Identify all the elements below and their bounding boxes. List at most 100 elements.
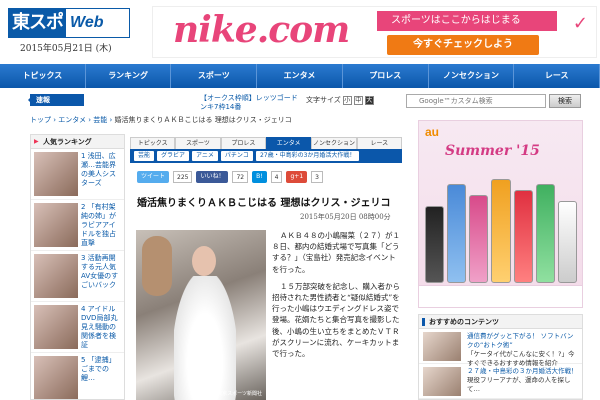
ranking-text: 4 アイドルDVD局部丸見え騒動の関係者を検証 [81, 305, 118, 349]
ranking-text: 1 浅田、広瀬…芸能界の美人シスターズ [81, 152, 116, 187]
subtab-pachinko[interactable]: パチンコ [220, 151, 253, 161]
ranking-text: 5 「逮捕」ごまでの鯉… [81, 356, 116, 382]
recommend-line: 現役フリーアナが、運命の人を探して… [467, 376, 571, 393]
search-button[interactable]: 検索 [549, 94, 581, 108]
recommend-line: 通信費がグッと下がる！ ソフトバンクの“おトク術” [467, 332, 574, 349]
hatena-count: 4 [270, 171, 283, 183]
au-ad-footer [419, 285, 582, 307]
subtab-konkatsu[interactable]: 27歳・中島彩の3か月婚活大作戦！ [255, 151, 360, 161]
current-date: 2015年05月21日 (木) [20, 44, 112, 54]
font-size-small[interactable]: 小 [342, 95, 352, 105]
ranking-thumb [34, 254, 78, 298]
ranking-text: 2 「有村架純の姉」がラビアアイドルを独占直撃 [81, 203, 116, 247]
subcategory-tabs: 芸能 グラビア アニメ パチンコ 27歳・中島彩の3か月婚活大作戦！ [130, 149, 402, 163]
article-paragraph: １５万部突破を記念し、購入者から招待された男性読者と“疑似結婚式”を行った小嶋は… [272, 281, 400, 359]
au-campaign: Summer '15 [445, 143, 540, 159]
flash-label: 速報 [28, 94, 84, 106]
subtab-anime[interactable]: アニメ [192, 151, 218, 161]
breadcrumb-top[interactable]: トップ [30, 116, 51, 124]
phone-image [535, 184, 555, 283]
ranking-panel: 人気ランキング 1 浅田、広瀬…芸能界の美人シスターズ 2 「有村架純の姉」がラ… [30, 134, 125, 400]
nav-nonsection[interactable]: ノンセクション [429, 64, 515, 88]
article-paragraph: ＡＫＢ４８の小嶋陽菜（２７）が１８日、都内の結婚式場で写真集「どうする？」（宝島… [272, 231, 400, 274]
nike-swoosh-icon: ✓ [572, 13, 588, 34]
article-body: ＡＫＢ４８の小嶋陽菜（２７）が１８日、都内の結婚式場で写真集「どうする？」（宝島… [272, 230, 402, 365]
ranking-thumb [34, 305, 78, 349]
subtab-geino[interactable]: 芸能 [134, 151, 155, 161]
logo-web: Web [70, 14, 104, 31]
like-button[interactable]: いいね！ [196, 171, 229, 183]
nav-race[interactable]: レース [514, 64, 600, 88]
banner-cta-button[interactable]: 今すぐチェックしよう [387, 35, 539, 55]
au-logo: au [425, 125, 440, 139]
phone-image [513, 189, 533, 283]
subtab-gravure[interactable]: グラビア [157, 151, 190, 161]
recommend-item[interactable]: ２７歳・中島彩の３か月婚活大作戦！ 現役フリーアナが、運命の人を探して… [419, 364, 582, 399]
gplus-count: 3 [311, 171, 323, 183]
tab-race[interactable]: レース [356, 137, 402, 149]
article-date: 2015年05月20日 08時00分 [300, 213, 391, 221]
flash-ticker[interactable]: 【オークス枠順】レッツゴードンキ7枠14番 [200, 94, 300, 112]
phone-image [557, 200, 577, 283]
nav-ranking[interactable]: ランキング [86, 64, 172, 88]
breadcrumb-entame[interactable]: エンタメ [58, 116, 86, 124]
gplus-button[interactable]: g+1 [286, 171, 308, 183]
recommend-thumb [423, 367, 461, 396]
banner-strip: スポーツはここからはじまる [377, 11, 557, 31]
tab-entame[interactable]: エンタメ [265, 137, 312, 149]
phone-lineup [425, 173, 577, 283]
breadcrumb: トップ › エンタメ › 芸能 › 婚活焦りまくりＡＫＢこじはる 理想はクリス・… [30, 116, 292, 124]
nav-prowrestling[interactable]: プロレス [343, 64, 429, 88]
font-size-label: 文字サイズ [306, 96, 341, 104]
phone-image [491, 178, 511, 283]
phone-image [425, 206, 445, 283]
social-share-bar: ツイート 225 いいね！ 72 B! 4 g+1 3 [137, 170, 323, 184]
recommend-title: おすすめのコンテンツ [419, 315, 582, 329]
banner-brand: nike.com [173, 9, 350, 51]
recommend-panel: おすすめのコンテンツ 通信費がグッと下がる！ ソフトバンクの“おトク術” 「ケー… [418, 314, 583, 400]
ranking-thumb [34, 152, 78, 196]
article-photo[interactable]: © 東京スポーツ新聞社 [136, 230, 266, 400]
photo-caption: © 東京スポーツ新聞社 [210, 391, 263, 397]
nav-topics[interactable]: トピックス [0, 64, 86, 88]
ranking-item[interactable]: 4 アイドルDVD局部丸見え騒動の関係者を検証 [31, 302, 124, 353]
photo-dress [174, 276, 236, 400]
au-banner-ad[interactable]: au Summer '15 [418, 120, 583, 308]
photo-head [192, 246, 216, 276]
nike-banner-ad[interactable]: nike.com スポーツはここからはじまる ✓ 今すぐチェックしよう [152, 6, 597, 58]
category-tabs: トピックス スポーツ プロレス エンタメ ノンセクション レース [130, 137, 402, 149]
breadcrumb-geino[interactable]: 芸能 [93, 116, 107, 124]
logo-jp: 東スポ [9, 9, 66, 37]
tweet-count: 225 [173, 171, 193, 183]
like-count: 72 [232, 171, 249, 183]
recommend-line: 「ケータイ代がこんなに安く！?」今すぐできるおすすめ情報を紹介 [467, 350, 575, 367]
font-size-control: 文字サイズ 小 中 大 [306, 95, 374, 105]
ranking-item[interactable]: 5 「逮捕」ごまでの鯉… [31, 353, 124, 399]
article-title: 婚活焦りまくりＡＫＢこじはる 理想はクリス・ジェリコ [137, 198, 391, 209]
tab-prowrestling[interactable]: プロレス [220, 137, 266, 149]
font-size-large[interactable]: 大 [364, 95, 374, 105]
recommend-item[interactable]: 通信費がグッと下がる！ ソフトバンクの“おトク術” 「ケータイ代がこんなに安く！… [419, 329, 582, 367]
tab-topics[interactable]: トピックス [130, 137, 176, 149]
ranking-thumb [34, 203, 78, 247]
hatena-button[interactable]: B! [252, 171, 267, 183]
tab-nonsection[interactable]: ノンセクション [311, 137, 357, 149]
search-input[interactable]: Google™カスタム検索 [406, 94, 546, 108]
tweet-button[interactable]: ツイート [137, 171, 170, 183]
phone-image [469, 195, 489, 283]
photo-figure-bg [142, 236, 172, 296]
ranking-thumb [34, 356, 78, 399]
ranking-item[interactable]: 1 浅田、広瀬…芸能界の美人シスターズ [31, 149, 124, 200]
breadcrumb-current: 婚活焦りまくりＡＫＢこじはる 理想はクリス・ジェリコ [114, 116, 292, 124]
recommend-thumb [423, 332, 461, 361]
font-size-medium[interactable]: 中 [353, 95, 363, 105]
tab-sports[interactable]: スポーツ [175, 137, 221, 149]
ranking-text: 3 活動再開する元人気AV女優のすごいバック [81, 254, 119, 289]
site-logo[interactable]: 東スポ Web [8, 8, 130, 38]
ranking-item[interactable]: 3 活動再開する元人気AV女優のすごいバック [31, 251, 124, 302]
nav-entame[interactable]: エンタメ [257, 64, 343, 88]
phone-image [447, 184, 467, 283]
ranking-item[interactable]: 2 「有村架純の姉」がラビアアイドルを独占直撃 [31, 200, 124, 251]
main-nav: トピックス ランキング スポーツ エンタメ プロレス ノンセクション レース [0, 64, 600, 88]
nav-sports[interactable]: スポーツ [171, 64, 258, 88]
